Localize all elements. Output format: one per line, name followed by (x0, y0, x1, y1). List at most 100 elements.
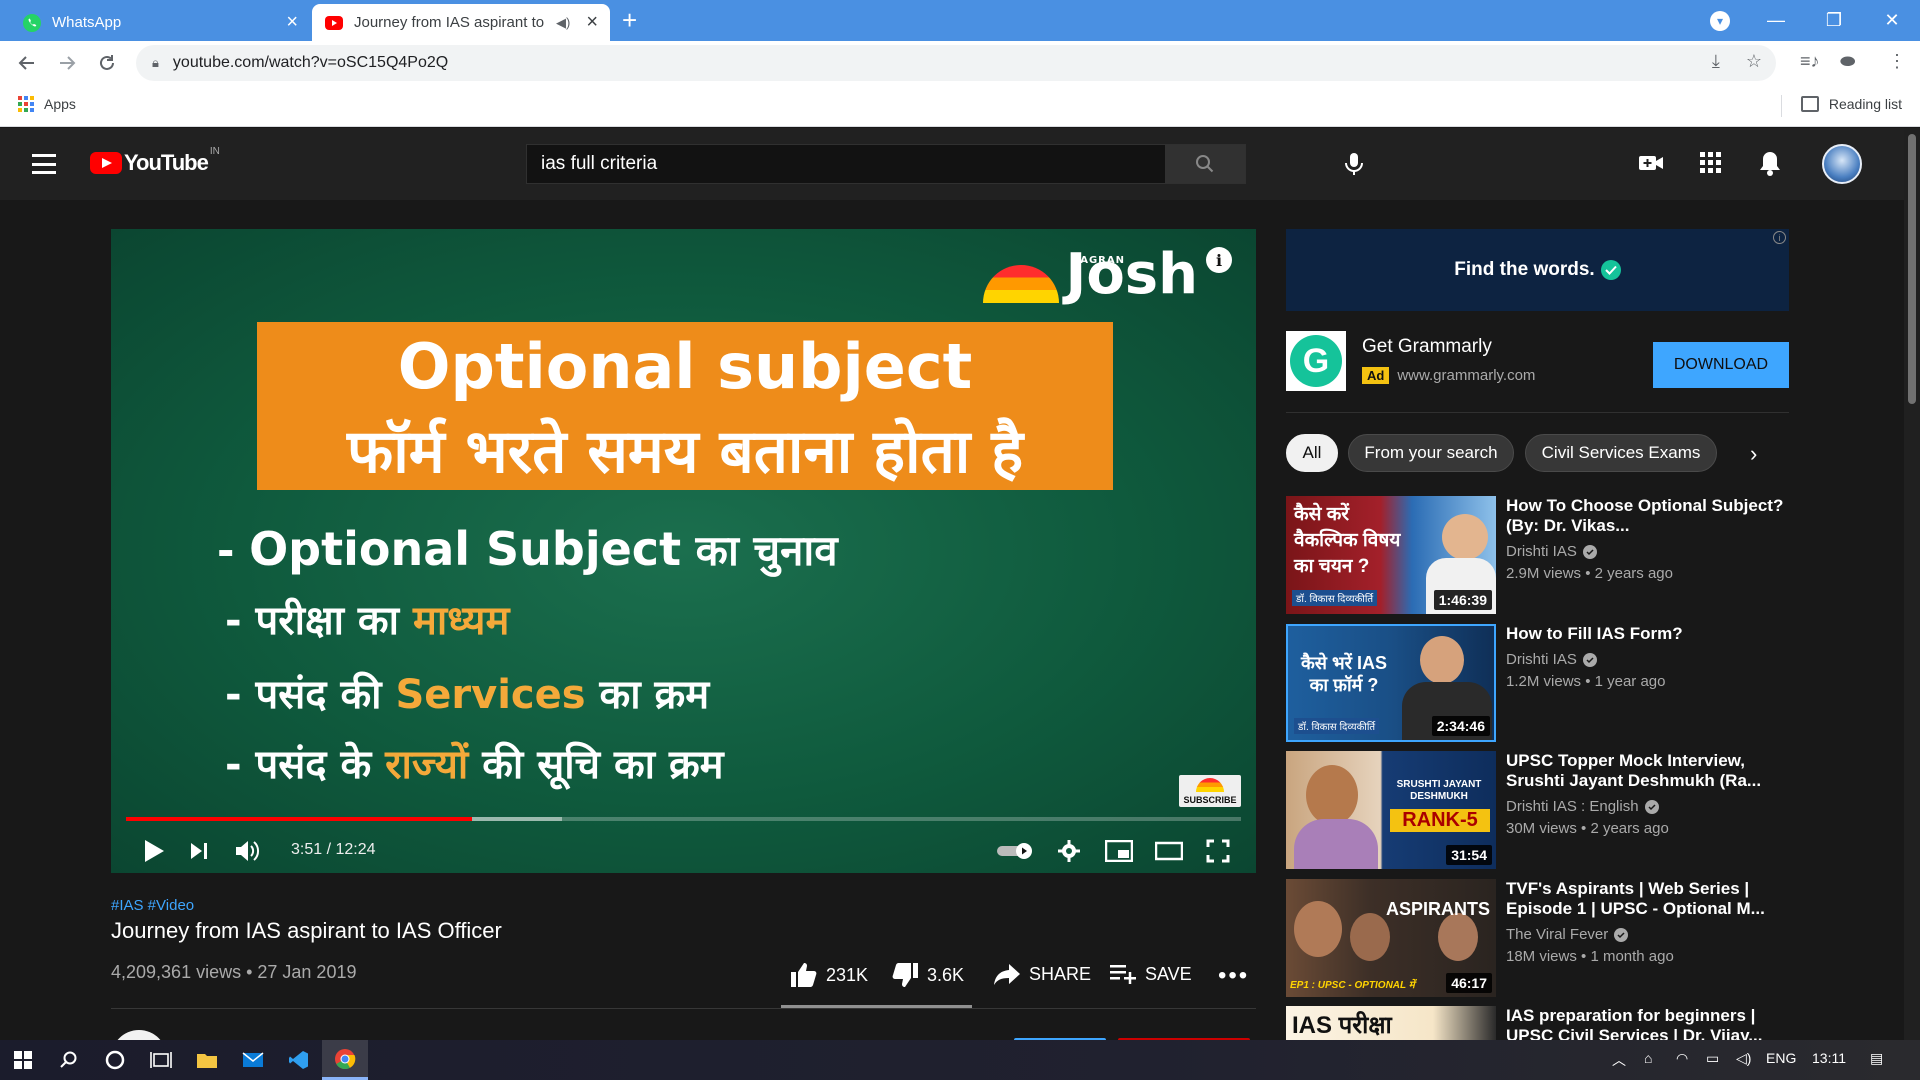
wifi-icon[interactable]: ◠ (1676, 1050, 1688, 1067)
dislike-button[interactable]: 3.6K (891, 962, 964, 988)
chevron-up-icon[interactable]: ︿ (1612, 1050, 1626, 1070)
chevron-right-icon[interactable]: › (1750, 441, 1757, 467)
video-progress-bar[interactable] (126, 817, 1241, 821)
new-tab-button[interactable]: + (622, 6, 637, 34)
chrome-icon[interactable] (322, 1040, 368, 1080)
create-video-icon[interactable] (1636, 148, 1666, 178)
file-explorer-icon[interactable] (184, 1040, 230, 1080)
windows-start-icon[interactable] (0, 1040, 46, 1080)
media-control-icon[interactable]: ≡♪ (1800, 51, 1820, 72)
channel-name[interactable]: Drishti IAS (1506, 651, 1597, 668)
close-tab-icon[interactable]: × (286, 11, 298, 34)
ad-banner[interactable]: Find the words. (1286, 229, 1789, 311)
recommended-video[interactable]: SRUSHTI JAYANT DESHMUKH RANK-5 31:54 UPS… (1286, 751, 1806, 871)
channel-name[interactable]: The Viral Fever (1506, 926, 1629, 943)
hamburger-menu-icon[interactable] (32, 154, 56, 174)
recommendation-title[interactable]: IAS preparation for beginners | UPSC Civ… (1506, 1006, 1806, 1040)
channel-name[interactable]: Drishti IAS (1506, 543, 1597, 560)
notification-center-icon[interactable]: ▤ (1870, 1050, 1883, 1067)
subscribe-watermark-label: SUBSCRIBE (1183, 795, 1237, 805)
speaker-icon[interactable]: ◀) (556, 15, 570, 31)
extension-icon[interactable]: ⬬ (1840, 51, 1855, 72)
youtube-logo[interactable]: YouTube IN (90, 146, 220, 176)
play-icon[interactable] (140, 837, 168, 865)
reload-button[interactable] (91, 47, 123, 79)
scrollbar-thumb[interactable] (1908, 134, 1916, 404)
theater-mode-icon[interactable] (1155, 837, 1183, 865)
autoplay-toggle[interactable] (995, 837, 1035, 865)
recommended-video[interactable]: ASPIRANTS EP1 : UPSC - OPTIONAL में 46:1… (1286, 879, 1806, 999)
video-thumbnail[interactable]: IAS परीक्षा (1286, 1006, 1496, 1040)
close-tab-icon[interactable]: × (586, 11, 598, 34)
menu-dots-icon[interactable]: ⋮ (1888, 51, 1906, 72)
settings-gear-icon[interactable] (1055, 837, 1083, 865)
more-actions-icon[interactable]: ••• (1218, 962, 1249, 990)
video-thumbnail[interactable]: कैसे करें वैकल्पिक विषय का चयन ? डॉ. विक… (1286, 496, 1496, 614)
grammarly-logo[interactable]: G (1286, 331, 1346, 391)
search-icon[interactable] (46, 1040, 92, 1080)
cortana-icon[interactable] (92, 1040, 138, 1080)
fullscreen-icon[interactable] (1204, 837, 1232, 865)
battery-icon[interactable]: ▭ (1706, 1050, 1719, 1067)
video-thumbnail[interactable]: ASPIRANTS EP1 : UPSC - OPTIONAL में 46:1… (1286, 879, 1496, 997)
recommendation-title[interactable]: How to Fill IAS Form? (1506, 624, 1806, 644)
hashtags-link[interactable]: #IAS #Video (111, 897, 194, 914)
recommendation-title[interactable]: UPSC Topper Mock Interview, Srushti Jaya… (1506, 751, 1806, 791)
vscode-icon[interactable] (276, 1040, 322, 1080)
language-indicator[interactable]: ENG (1766, 1050, 1796, 1066)
recommended-video[interactable]: IAS परीक्षा IAS preparation for beginner… (1286, 1006, 1806, 1040)
player-controls: 3:51 / 12:24 (111, 825, 1256, 873)
video-thumbnail[interactable]: SRUSHTI JAYANT DESHMUKH RANK-5 31:54 (1286, 751, 1496, 869)
task-view-icon[interactable] (138, 1040, 184, 1080)
account-avatar[interactable] (1822, 144, 1862, 184)
search-box[interactable]: ias full criteria (526, 144, 1246, 184)
microphone-icon[interactable] (1340, 150, 1368, 178)
recommendation-title[interactable]: How To Choose Optional Subject? (By: Dr.… (1506, 496, 1806, 536)
video-thumbnail[interactable]: कैसे भरें IAS का फ़ॉर्म ? डॉ. विकास दिव्… (1286, 624, 1496, 742)
battery-saver-icon[interactable]: ⌂ (1644, 1050, 1652, 1066)
close-window-button[interactable]: ✕ (1864, 0, 1920, 41)
next-video-icon[interactable] (185, 837, 213, 865)
info-icon[interactable]: i (1206, 247, 1232, 273)
apps-grid-icon[interactable] (1696, 148, 1726, 178)
recommended-video[interactable]: कैसे भरें IAS का फ़ॉर्म ? डॉ. विकास दिव्… (1286, 624, 1806, 744)
tab-youtube-video[interactable]: Journey from IAS aspirant to ◀) × (312, 4, 610, 41)
search-input[interactable]: ias full criteria (527, 153, 1165, 175)
notifications-bell-icon[interactable] (1755, 148, 1785, 178)
browser-tab-strip: WhatsApp × Journey from IAS aspirant to … (0, 0, 1920, 41)
share-button[interactable]: SHARE (993, 962, 1091, 986)
youtube-header: YouTube IN ias full criteria (0, 128, 1904, 200)
channel-name[interactable]: Drishti IAS : English (1506, 798, 1659, 815)
bookmark-star-icon[interactable]: ☆ (1746, 51, 1762, 72)
maximize-button[interactable]: ❐ (1806, 0, 1862, 41)
minimize-button[interactable]: — (1748, 0, 1804, 41)
reading-list-button[interactable]: Reading list (1800, 96, 1902, 112)
volume-icon[interactable] (234, 837, 262, 865)
subscribe-watermark[interactable]: SUBSCRIBE (1179, 775, 1241, 807)
tab-whatsapp[interactable]: WhatsApp × (10, 4, 310, 41)
volume-icon[interactable]: ◁) (1736, 1050, 1751, 1067)
chip-civil-services-exams[interactable]: Civil Services Exams (1525, 434, 1717, 472)
video-player[interactable]: JAGRAN Josh i Optional subject फॉर्म भरत… (111, 229, 1256, 873)
recommendation-meta: 30M views • 2 years ago (1506, 820, 1669, 837)
address-bar[interactable]: 🔒︎ youtube.com/watch?v=oSC15Q4Po2Q ⤓ ☆ (136, 45, 1776, 81)
mail-icon[interactable] (230, 1040, 276, 1080)
chevron-down-icon[interactable]: ▾ (1710, 11, 1730, 31)
ad-title[interactable]: Get Grammarly (1362, 336, 1492, 358)
back-button[interactable] (11, 47, 43, 79)
clock[interactable]: 13:11 (1812, 1050, 1846, 1066)
like-button[interactable]: 231K (790, 962, 868, 988)
download-button[interactable]: DOWNLOAD (1653, 342, 1789, 388)
save-button[interactable]: SAVE (1109, 962, 1192, 986)
miniplayer-icon[interactable] (1105, 837, 1133, 865)
chip-from-your-search[interactable]: From your search (1348, 434, 1514, 472)
search-button[interactable] (1165, 145, 1245, 183)
chip-all[interactable]: All (1286, 434, 1338, 472)
page-scrollbar[interactable] (1904, 128, 1920, 1040)
forward-button[interactable] (51, 47, 83, 79)
ad-info-icon[interactable]: i (1773, 231, 1786, 244)
apps-shortcut[interactable]: Apps (18, 96, 76, 112)
recommended-video[interactable]: कैसे करें वैकल्पिक विषय का चयन ? डॉ. विक… (1286, 496, 1806, 616)
recommendation-title[interactable]: TVF's Aspirants | Web Series | Episode 1… (1506, 879, 1806, 919)
install-app-icon[interactable]: ⤓ (1712, 51, 1720, 72)
